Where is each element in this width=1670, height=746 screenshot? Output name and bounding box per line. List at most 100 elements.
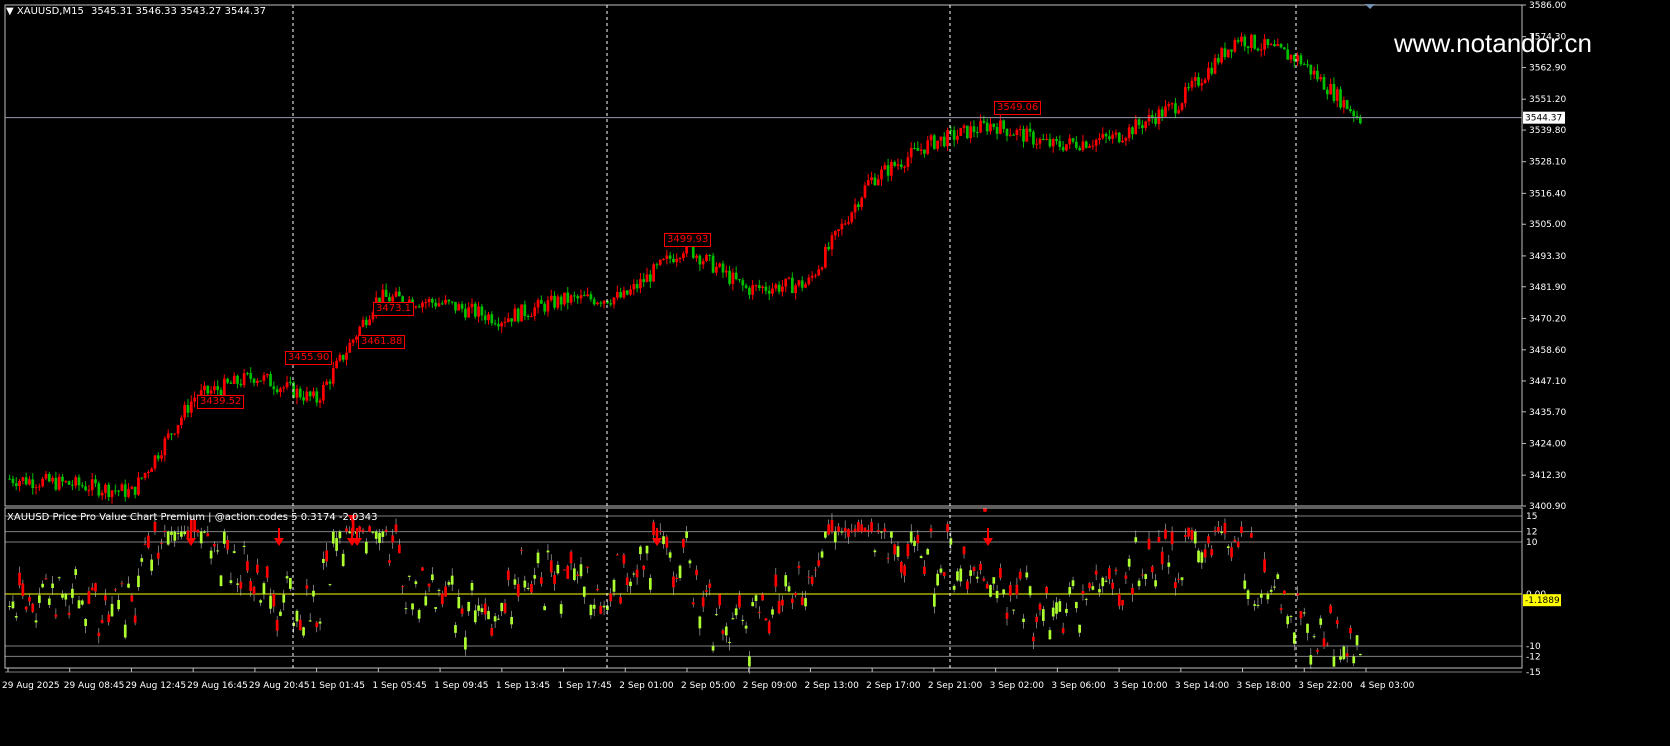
candle-body: [645, 274, 649, 283]
candle-body: [675, 258, 679, 263]
osc-bar: [1078, 624, 1081, 633]
candle-body: [513, 308, 517, 322]
candle-body: [331, 368, 335, 384]
osc-bar: [652, 522, 655, 536]
candle-body: [807, 277, 811, 285]
candle-body: [322, 384, 325, 401]
osc-bar: [639, 546, 642, 555]
candle-body: [665, 255, 669, 260]
osc-bar: [1091, 586, 1095, 590]
indicator-level-label: 12: [1526, 528, 1537, 538]
candle-body: [777, 284, 781, 292]
candle-body: [64, 481, 68, 483]
price-tick-label: 3586.00: [1529, 1, 1566, 11]
osc-bar: [163, 530, 167, 532]
shift-marker-icon[interactable]: [1365, 4, 1375, 9]
candle-body: [229, 382, 233, 384]
osc-bar: [886, 557, 890, 559]
candle-body: [596, 302, 599, 305]
candle-body: [781, 286, 784, 292]
time-tick-label: 2 Sep 05:00: [681, 681, 736, 691]
candle-body: [467, 307, 471, 318]
candle-body: [454, 301, 457, 311]
candle-body: [609, 303, 613, 305]
main-price-panel[interactable]: [8, 32, 1362, 504]
osc-bar: [259, 600, 262, 603]
osc-bar: [1025, 572, 1029, 578]
osc-bar: [1012, 609, 1015, 611]
candle-body: [906, 157, 910, 167]
osc-bar: [761, 594, 764, 601]
candle-body: [672, 258, 675, 263]
price-tick-label: 3562.90: [1529, 64, 1566, 74]
symbol-header[interactable]: ▼ XAUUSD,M15 3545.31 3546.33 3543.27 354…: [6, 6, 266, 17]
candle-body: [979, 120, 982, 133]
osc-bar: [1144, 574, 1148, 580]
chart-canvas[interactable]: 3586.003574.303562.903551.203539.803528.…: [0, 0, 1670, 746]
osc-bar: [1032, 636, 1035, 642]
candle-body: [992, 123, 996, 127]
candle-body: [384, 289, 388, 297]
candle-body: [236, 375, 239, 384]
indicator-value-label: -1.1889: [1525, 596, 1560, 606]
osc-bar: [870, 522, 873, 532]
osc-bar: [1071, 580, 1075, 587]
osc-bar: [939, 568, 943, 573]
candle-body: [265, 374, 269, 376]
candle-body: [695, 255, 698, 258]
candle-body: [1174, 103, 1177, 114]
candle-body: [100, 492, 104, 496]
candle-body: [1084, 141, 1088, 148]
candle-body: [711, 255, 715, 273]
osc-bar: [117, 599, 120, 610]
candle-body: [388, 296, 391, 302]
candle-body: [364, 319, 368, 326]
osc-bar: [662, 536, 665, 545]
time-tick-label: 29 Aug 12:45: [125, 681, 186, 691]
candle-body: [1137, 119, 1141, 126]
osc-bar: [113, 589, 117, 591]
osc-bar: [252, 586, 256, 595]
candle-body: [1127, 127, 1131, 139]
osc-bar: [774, 574, 778, 587]
osc-bar: [1190, 530, 1194, 540]
osc-bar: [493, 616, 497, 622]
osc-bar: [21, 583, 25, 597]
osc-bar: [262, 583, 266, 595]
candle-body: [652, 264, 655, 282]
osc-bar: [589, 604, 593, 616]
candle-body: [635, 284, 639, 289]
candle-body: [44, 473, 48, 479]
osc-bar: [239, 581, 243, 589]
candle-body: [1266, 39, 1270, 46]
osc-bar: [833, 531, 837, 543]
osc-bar: [857, 522, 860, 532]
osc-bar: [705, 590, 708, 592]
osc-bar: [539, 577, 543, 584]
candle-body: [1299, 55, 1303, 65]
osc-bar: [896, 546, 900, 557]
osc-bar: [767, 621, 771, 634]
time-tick-label: 2 Sep 01:00: [619, 681, 674, 691]
candle-body: [28, 479, 31, 485]
triangle-down-icon[interactable]: ▼: [6, 6, 14, 17]
candle-body: [1296, 55, 1299, 62]
candle-body: [886, 165, 890, 176]
osc-bar: [926, 549, 930, 555]
osc-bar: [1111, 582, 1115, 589]
osc-bar: [47, 598, 51, 605]
candle-body: [1180, 103, 1184, 110]
osc-bar: [331, 531, 335, 544]
osc-bar: [1058, 601, 1062, 612]
indicator-panel[interactable]: [5, 508, 1522, 674]
candle-body: [942, 136, 946, 147]
osc-bar: [1292, 632, 1296, 644]
osc-bar: [87, 591, 91, 604]
osc-bar: [460, 608, 464, 614]
candle-body: [847, 222, 850, 224]
candle-body: [84, 486, 87, 491]
osc-bar: [688, 560, 692, 564]
osc-bar: [543, 606, 546, 611]
osc-bar: [490, 628, 494, 636]
osc-bar: [434, 607, 438, 609]
